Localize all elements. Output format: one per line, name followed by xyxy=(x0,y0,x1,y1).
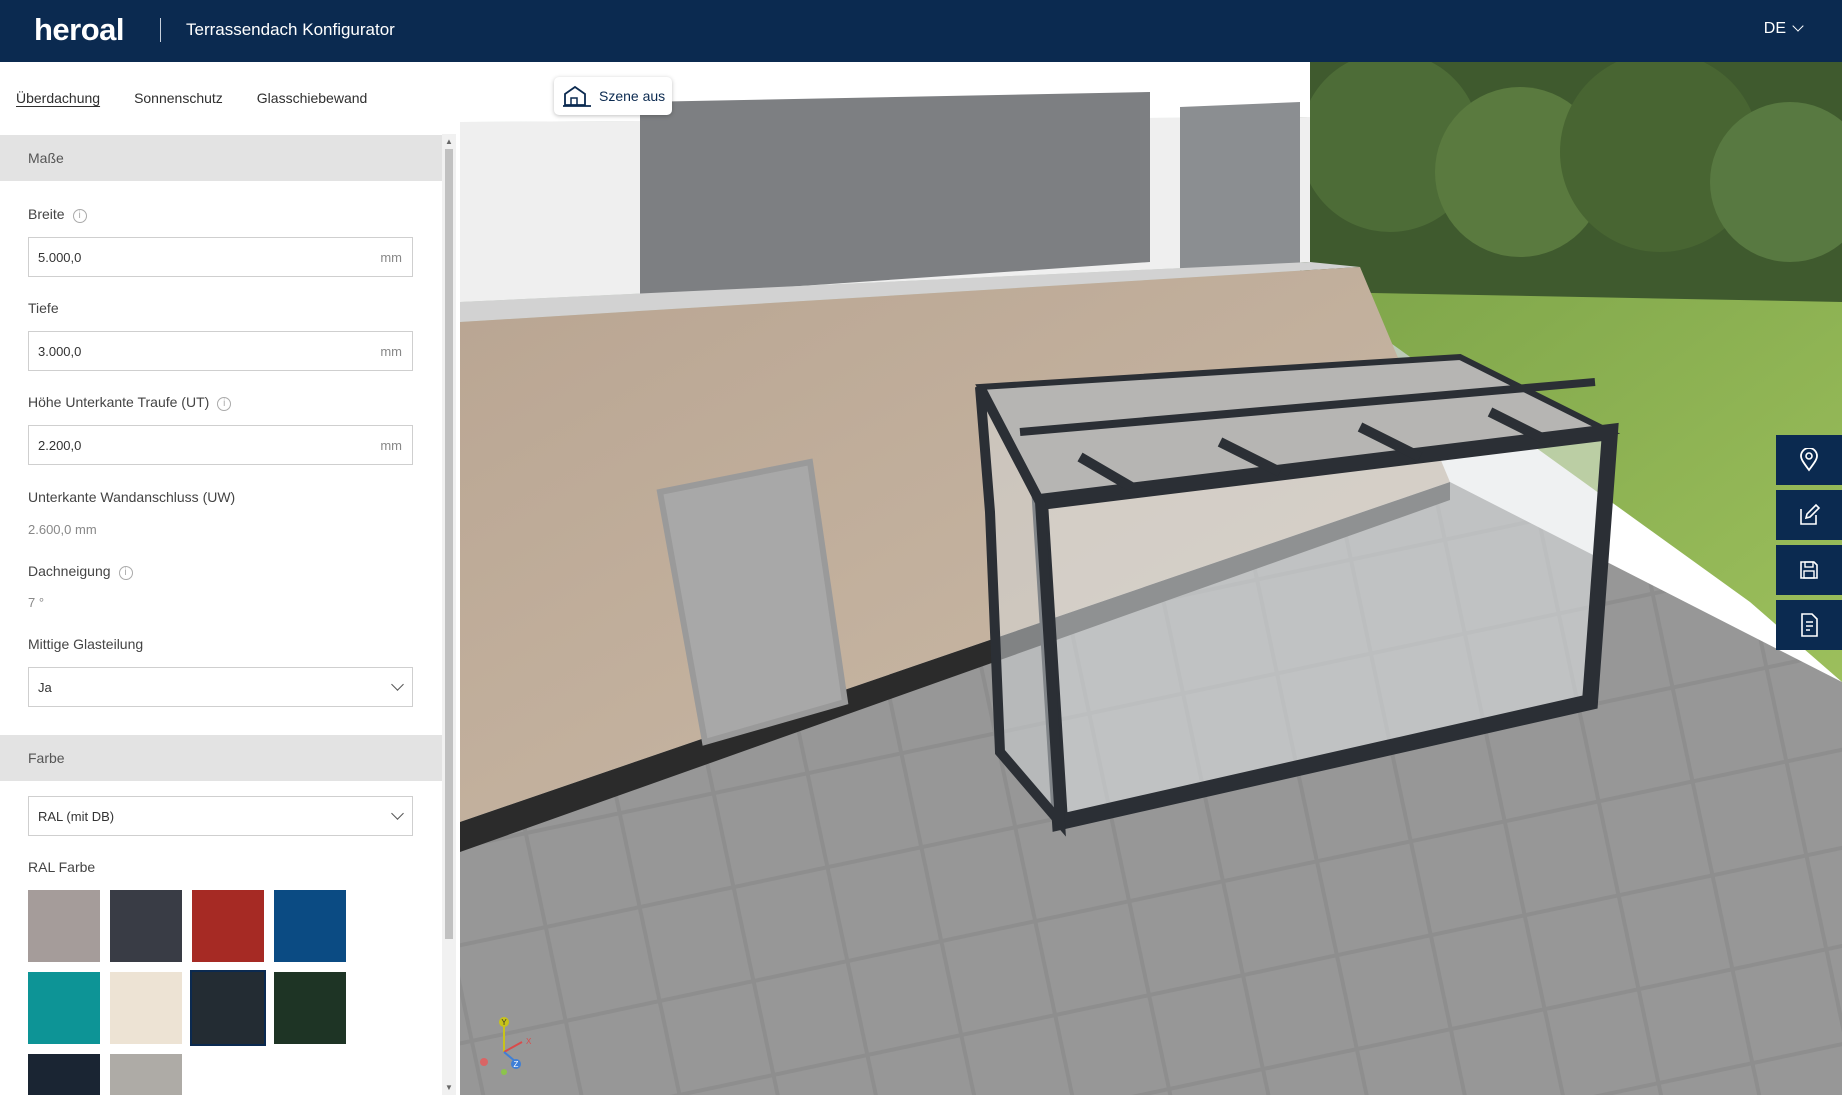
unterkante-uw-label: Unterkante Wandanschluss (UW) xyxy=(28,489,236,505)
configurator-sidebar: Überdachung Sonnenschutz Glasschiebewand… xyxy=(0,62,460,1095)
info-icon[interactable]: i xyxy=(72,209,87,223)
product-tabs: Überdachung Sonnenschutz Glasschiebewand xyxy=(16,90,367,106)
scroll-down-arrow-icon[interactable]: ▼ xyxy=(445,1083,453,1092)
upper-window xyxy=(640,92,1150,297)
ral-color-swatch[interactable] xyxy=(28,972,100,1044)
ral-color-swatch[interactable] xyxy=(274,972,346,1044)
ral-farbe-label: RAL Farbe xyxy=(28,859,96,875)
tiefe-input[interactable]: 3.000,0 mm xyxy=(28,331,413,371)
hoehe-ut-label-text: Höhe Unterkante Traufe (UT) xyxy=(28,394,210,410)
location-button[interactable] xyxy=(1776,435,1842,485)
scroll-up-arrow-icon[interactable]: ▲ xyxy=(445,137,453,146)
ral-color-swatch[interactable] xyxy=(190,970,266,1046)
ral-color-swatch[interactable] xyxy=(274,890,346,962)
tab-ueberdachung[interactable]: Überdachung xyxy=(16,90,100,106)
chevron-down-icon xyxy=(1792,20,1804,32)
info-icon[interactable]: i xyxy=(118,566,133,580)
document-icon xyxy=(1801,613,1818,637)
edit-button[interactable] xyxy=(1776,490,1842,540)
unterkante-uw-value: 2.600,0 mm xyxy=(28,522,97,537)
save-button[interactable] xyxy=(1776,545,1842,595)
3d-scene[interactable]: Y X Z xyxy=(460,62,1842,1095)
hoehe-ut-label: Höhe Unterkante Traufe (UT) i xyxy=(28,394,232,411)
axis-x-label: X xyxy=(526,1037,532,1046)
tiefe-label: Tiefe xyxy=(28,300,59,316)
breite-label: Breite i xyxy=(28,206,87,223)
breite-value: 5.000,0 xyxy=(38,250,82,265)
hoehe-ut-input[interactable]: 2.200,0 mm xyxy=(28,425,413,465)
dachneigung-label: Dachneigung i xyxy=(28,563,133,580)
ral-color-swatch[interactable] xyxy=(192,890,264,962)
sidebar-scrollbar[interactable]: ▲ ▼ xyxy=(442,134,456,1095)
app-title: Terrassendach Konfigurator xyxy=(186,20,395,39)
upper-window xyxy=(1180,102,1300,274)
ral-color-swatch[interactable] xyxy=(28,890,100,962)
farbe-type-value: RAL (mit DB) xyxy=(38,809,115,824)
tab-glasschiebewand[interactable]: Glasschiebewand xyxy=(257,90,368,106)
house-scene-icon xyxy=(563,85,591,107)
hoehe-ut-value: 2.200,0 xyxy=(38,438,82,453)
axis-neg-x-dot xyxy=(480,1058,488,1066)
farbe-type-select[interactable]: RAL (mit DB) xyxy=(28,796,413,836)
chevron-down-icon xyxy=(391,678,404,691)
top-bar: heroal Terrassendach Konfigurator DE xyxy=(0,0,1842,62)
header-divider xyxy=(160,18,161,42)
glasteilung-value: Ja xyxy=(38,680,52,695)
tiefe-unit: mm xyxy=(380,344,402,359)
document-button[interactable] xyxy=(1776,600,1842,650)
scroll-thumb[interactable] xyxy=(445,149,453,939)
scene-toggle-label: Szene aus xyxy=(599,88,666,104)
ral-color-swatch[interactable] xyxy=(28,1054,100,1095)
dachneigung-label-text: Dachneigung xyxy=(28,563,111,579)
breite-unit: mm xyxy=(380,250,402,265)
heroal-logo[interactable]: heroal xyxy=(34,12,125,48)
axis-neg-y-dot xyxy=(501,1069,507,1075)
save-icon xyxy=(1800,561,1818,579)
edit-icon xyxy=(1800,503,1821,525)
ral-color-swatch[interactable] xyxy=(110,1054,182,1095)
breite-input[interactable]: 5.000,0 mm xyxy=(28,237,413,277)
hoehe-ut-unit: mm xyxy=(380,438,402,453)
axis-y-label: Y xyxy=(501,1018,507,1027)
chevron-down-icon xyxy=(391,807,404,820)
location-icon xyxy=(1800,448,1818,472)
info-icon[interactable]: i xyxy=(217,397,232,411)
glasteilung-label: Mittige Glasteilung xyxy=(28,636,144,652)
language-label: DE xyxy=(1763,20,1786,37)
glasteilung-select[interactable]: Ja xyxy=(28,667,413,707)
breite-label-text: Breite xyxy=(28,206,65,222)
ral-color-swatch[interactable] xyxy=(110,972,182,1044)
tiefe-value: 3.000,0 xyxy=(38,344,82,359)
section-masse[interactable]: Maße xyxy=(0,135,442,181)
tab-sonnenschutz[interactable]: Sonnenschutz xyxy=(134,90,223,106)
language-selector[interactable]: DE xyxy=(1763,20,1804,38)
ral-color-swatch[interactable] xyxy=(110,890,182,962)
axis-z-label: Z xyxy=(514,1060,519,1069)
scene-toggle-button[interactable]: Szene aus xyxy=(554,77,672,115)
3d-viewport[interactable]: Y X Z Szene aus xyxy=(460,62,1842,1095)
section-farbe[interactable]: Farbe xyxy=(0,735,442,781)
dachneigung-value: 7 ° xyxy=(28,595,45,610)
